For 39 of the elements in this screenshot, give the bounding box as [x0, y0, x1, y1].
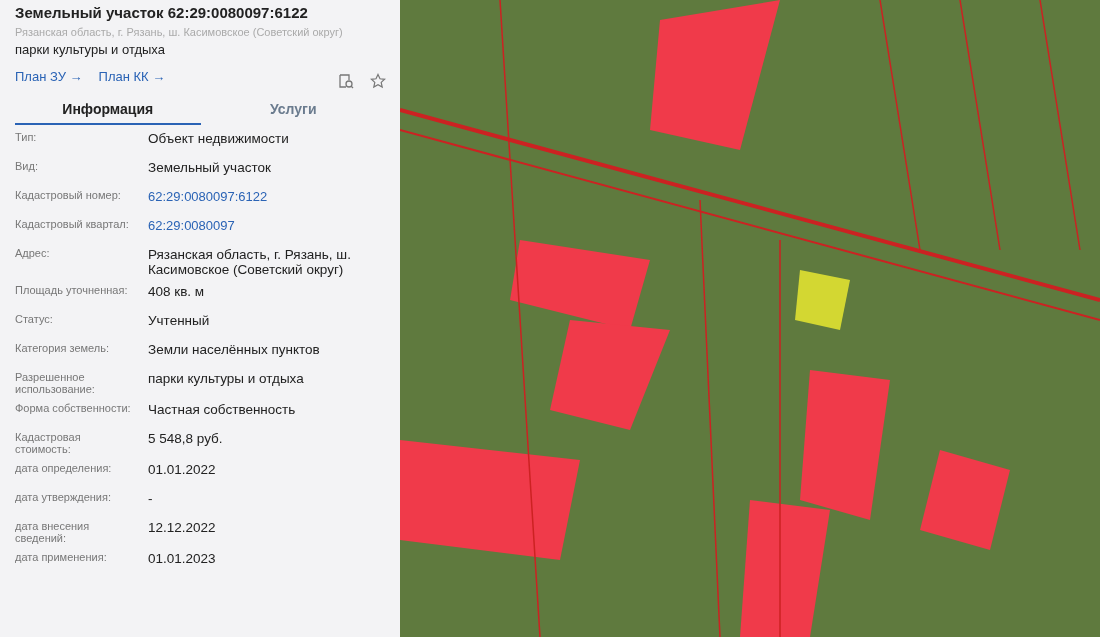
field-label: Кадастровый номер:	[15, 189, 122, 201]
tab[interactable]: Услуги	[200, 95, 386, 125]
field-value: -	[148, 491, 153, 506]
usage-text: парки культуры и отдыха	[15, 42, 166, 57]
field-label: дата определения:	[15, 462, 113, 474]
field-label: Категория земель:	[15, 342, 111, 354]
star-icon[interactable]	[370, 73, 386, 89]
field-value: 01.01.2023	[148, 551, 216, 566]
field-link[interactable]: 62:29:0080097:6122	[148, 189, 268, 204]
field-value: Земельный участок	[148, 160, 271, 175]
field-value: Рязанская область, г. Рязань, ш. Касимовское (Советский округ)	[148, 247, 352, 277]
field-label: Разрешенное использование:	[15, 371, 96, 395]
field-label: Кадастровый квартал:	[15, 218, 130, 230]
field-label: Кадастровая стоимость:	[15, 431, 82, 455]
field-link[interactable]: 62:29:0080097	[148, 218, 235, 233]
field-value: 5 548,8 руб.	[148, 431, 223, 446]
field-label: Адрес:	[15, 247, 51, 259]
field-value: Земли населённых пунктов	[148, 342, 320, 357]
parcel-title: Земельный участок 62:29:0080097:6122	[15, 4, 309, 21]
field-label: Площадь уточненная:	[15, 284, 129, 296]
field-label: Форма собственности:	[15, 402, 132, 414]
field-value: 12.12.2022	[148, 520, 216, 535]
field-label: дата внесения сведений:	[15, 520, 91, 544]
field-value: Учтенный	[148, 313, 210, 328]
field-label: Тип:	[15, 131, 38, 143]
field-value: 01.01.2022	[148, 462, 216, 477]
field-label: Вид:	[15, 160, 39, 172]
search-icon[interactable]	[338, 73, 354, 89]
field-value: парки культуры и отдыха	[148, 371, 304, 386]
field-label: дата утверждения:	[15, 491, 112, 503]
plan-link[interactable]: План ЗУ →	[15, 68, 83, 84]
field-value: Частная собственность	[148, 402, 296, 417]
field-label: Статус:	[15, 313, 54, 325]
plan-link[interactable]: План КК →	[98, 68, 166, 84]
tab[interactable]: Информация	[15, 95, 201, 125]
field-label: дата применения:	[15, 551, 108, 563]
address-subtitle: Рязанская область, г. Рязань, ш. Касимовское (Советский округ)	[15, 26, 344, 38]
field-value: Объект недвижимости	[148, 131, 289, 146]
field-value: 408 кв. м	[148, 284, 205, 299]
